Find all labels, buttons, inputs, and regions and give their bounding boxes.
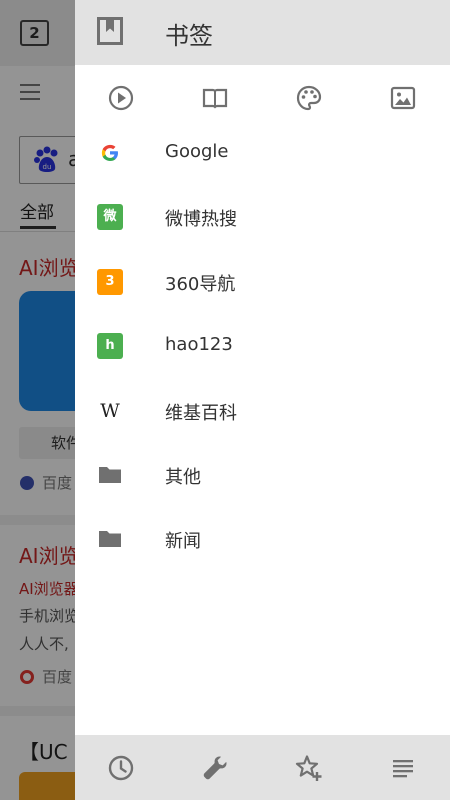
folder-icon	[99, 467, 121, 483]
drawer-header: 书签	[75, 0, 450, 65]
bookmark-label: 其他	[165, 467, 201, 488]
drawer-footer	[75, 735, 450, 800]
google-icon	[101, 144, 118, 161]
star-add-icon[interactable]	[294, 753, 324, 783]
bookmark-label: 微博热搜	[165, 209, 237, 230]
weibo-icon: 微	[97, 204, 123, 230]
hao123-icon: h	[97, 333, 123, 359]
bookmark-drawer: 书签 Google 微 微博热搜 3 360导航 h hao123 W 维基百科…	[75, 0, 450, 800]
bookmark-folder[interactable]: 新闻	[75, 508, 450, 572]
bookmark-label: 新闻	[165, 531, 201, 552]
image-icon[interactable]	[389, 84, 417, 112]
bookmark-item[interactable]: h hao123	[75, 315, 450, 379]
360-icon: 3	[97, 269, 123, 295]
book-icon[interactable]	[201, 84, 229, 112]
bookmark-item[interactable]: Google	[75, 122, 450, 186]
drawer-title: 书签	[165, 22, 213, 50]
video-icon[interactable]	[107, 84, 135, 112]
folder-icon	[99, 531, 121, 547]
bookmark-label: Google	[165, 141, 229, 162]
list-icon[interactable]	[388, 753, 418, 783]
filter-row	[75, 80, 450, 116]
history-icon[interactable]	[106, 753, 136, 783]
palette-icon[interactable]	[295, 84, 323, 112]
bookmark-label: hao123	[165, 334, 233, 355]
bookmark-item[interactable]: W 维基百科	[75, 380, 450, 444]
bookmark-item[interactable]: 3 360导航	[75, 251, 450, 315]
bookmark-icon[interactable]	[97, 17, 123, 45]
bookmark-folder[interactable]: 其他	[75, 444, 450, 508]
wrench-icon[interactable]	[200, 753, 230, 783]
wikipedia-icon: W	[100, 400, 120, 422]
bookmark-label: 360导航	[165, 274, 236, 295]
bookmark-label: 维基百科	[165, 403, 237, 424]
bookmark-item[interactable]: 微 微博热搜	[75, 186, 450, 250]
